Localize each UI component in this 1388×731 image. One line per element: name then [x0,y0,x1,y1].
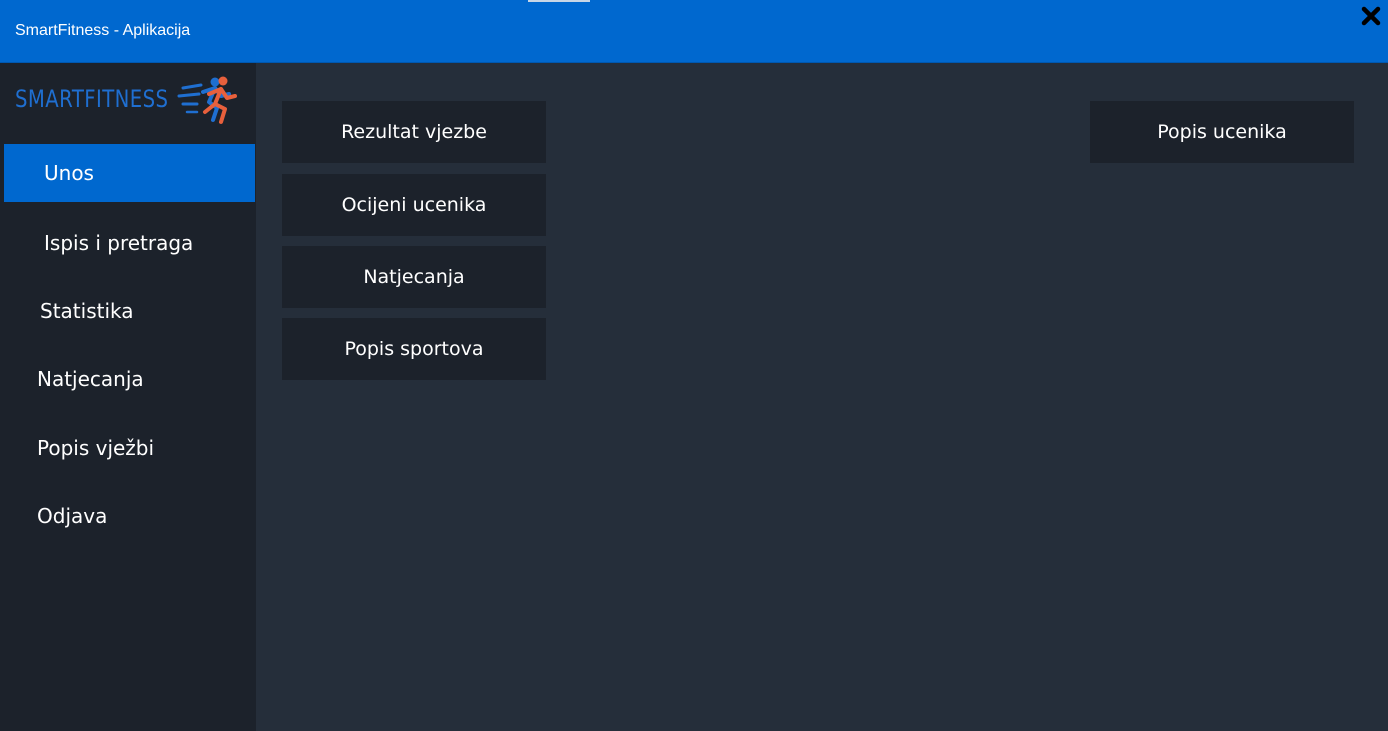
sidebar-item-unos[interactable]: Unos [4,144,255,202]
button-label: Ocijeni ucenika [341,194,487,216]
button-label: Popis ucenika [1157,121,1287,143]
window-title: SmartFitness - Aplikacija [15,22,191,39]
button-label: Popis sportova [344,338,484,360]
sidebar-item-popis-vjezbi[interactable]: Popis vježbi [4,419,255,477]
sidebar-item-odjava[interactable]: Odjava [4,487,255,545]
sidebar-item-label: Ispis i pretraga [44,231,194,255]
sidebar-item-label: Statistika [40,299,134,323]
app-window: SmartFitness - Aplikacija SMARTFITNESS U… [0,0,1388,731]
popis-sportova-button[interactable]: Popis sportova [282,318,546,380]
close-button[interactable] [1358,4,1384,30]
sidebar-item-label: Unos [44,161,94,185]
close-icon [1361,6,1381,26]
sidebar-item-label: Popis vježbi [37,436,155,460]
app-logo: SMARTFITNESS [15,74,237,124]
button-label: Natjecanja [363,266,465,288]
natjecanja-button[interactable]: Natjecanja [282,246,546,308]
title-bar[interactable]: SmartFitness - Aplikacija [0,0,1388,63]
window-drag-handle[interactable] [528,0,590,2]
sidebar-item-natjecanja[interactable]: Natjecanja [4,350,255,408]
ocijeni-ucenika-button[interactable]: Ocijeni ucenika [282,174,546,236]
sidebar-item-label: Natjecanja [37,367,144,391]
sidebar-item-ispis-i-pretraga[interactable]: Ispis i pretraga [4,214,255,272]
popis-ucenika-button[interactable]: Popis ucenika [1090,101,1354,163]
rezultat-vjezbe-button[interactable]: Rezultat vjezbe [282,101,546,163]
runner-icon [177,76,237,124]
sidebar-item-label: Odjava [37,504,108,528]
sidebar-item-statistika[interactable]: Statistika [4,282,255,340]
logo-text: SMARTFITNESS [15,85,169,113]
sidebar: SMARTFITNESS Unos Ispis i pretraga Stati… [0,63,256,731]
button-label: Rezultat vjezbe [341,121,487,143]
